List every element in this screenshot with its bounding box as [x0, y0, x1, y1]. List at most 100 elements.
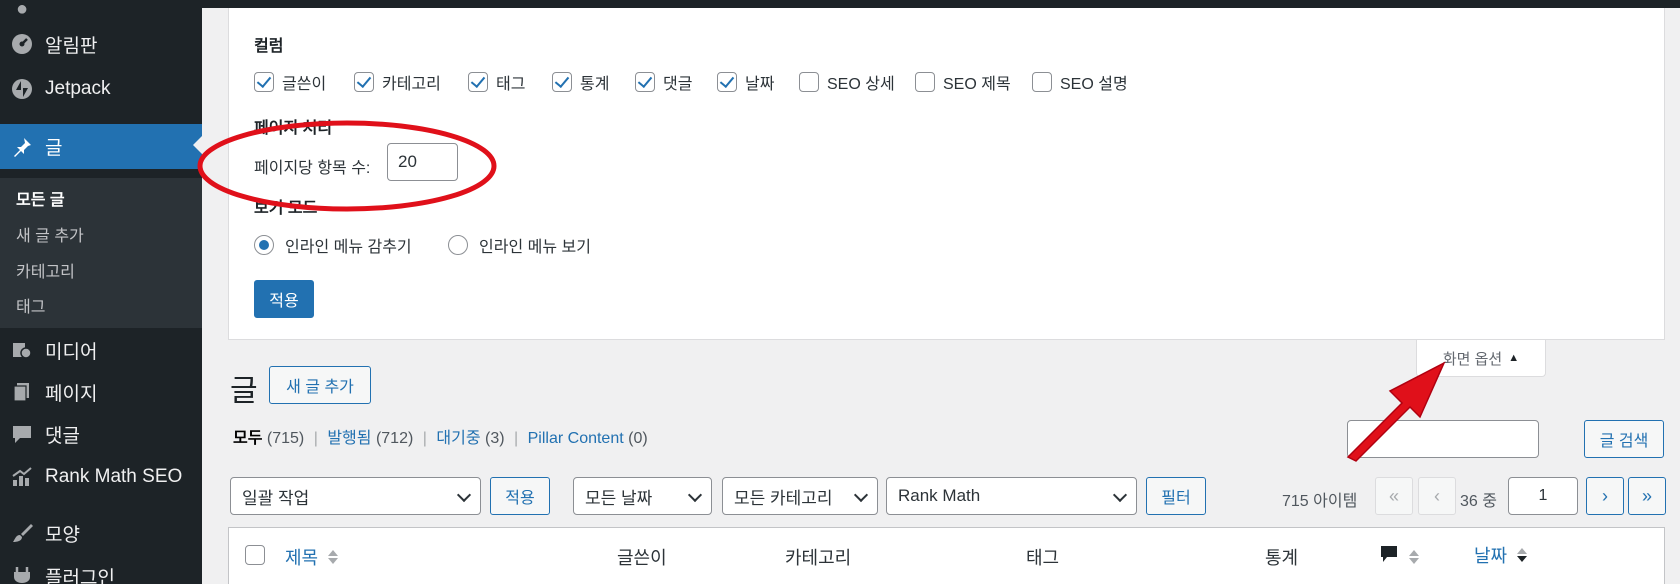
view-pillar-content[interactable]: Pillar Content [528, 430, 624, 447]
submenu-add-new[interactable]: 새 글 추가 [16, 222, 84, 246]
checkbox[interactable] [717, 72, 737, 92]
chevron-down-icon [1112, 487, 1128, 503]
active-indicator [193, 136, 202, 154]
view-count: (0) [628, 430, 648, 447]
chevron-down-icon [456, 487, 472, 503]
screen-options-toggle-label: 화면 옵션 [1442, 350, 1503, 368]
sidebar-item-label: 플러그인 [45, 567, 115, 584]
filter-button[interactable]: 필터 [1146, 477, 1206, 515]
search-posts-button[interactable]: 글 검색 [1584, 420, 1664, 458]
select-all-checkbox[interactable] [245, 545, 265, 565]
separator: | [313, 430, 318, 447]
column-header-categories: 카테고리 [785, 544, 851, 570]
column-toggle-author[interactable]: 글쓴이 [254, 70, 326, 94]
checkbox-label: 날짜 [745, 76, 775, 93]
submenu-categories[interactable]: 카테고리 [16, 258, 75, 282]
column-toggle-stats[interactable]: 통계 [552, 70, 609, 94]
checkbox[interactable] [915, 72, 935, 92]
view-pending[interactable]: 대기중 [436, 430, 480, 447]
post-status-views: 모두 (715) | 발행됨 (712) | 대기중 (3) | Pillar … [233, 424, 648, 448]
rank-math-filter-select[interactable]: Rank Math [886, 477, 1137, 515]
radio[interactable] [448, 235, 468, 255]
view-count: (712) [375, 430, 414, 447]
view-mode-compact[interactable]: 인라인 메뉴 감추기 [254, 233, 412, 257]
sort-icon [1409, 549, 1419, 564]
submenu-tags[interactable]: 태그 [16, 293, 45, 317]
date-filter-select[interactable]: 모든 날짜 [573, 477, 712, 515]
per-page-label: 페이지당 항목 수: [254, 160, 371, 177]
pagination-heading: 페이지 처리 [254, 120, 333, 137]
per-page-input[interactable] [387, 143, 458, 181]
radio[interactable] [254, 235, 274, 255]
admin-bar [202, 0, 1680, 8]
column-toggle-date[interactable]: 날짜 [717, 70, 774, 94]
posts-submenu: 모든 글 새 글 추가 카테고리 태그 [0, 178, 202, 328]
column-toggle-comments[interactable]: 댓글 [635, 70, 692, 94]
column-header-date[interactable]: 날짜 [1474, 542, 1528, 568]
search-input[interactable] [1347, 420, 1539, 458]
checkbox[interactable] [799, 72, 819, 92]
column-header-label: 카테고리 [785, 548, 852, 568]
view-count: (715) [266, 430, 305, 447]
sidebar-item-label: Jetpack [45, 78, 111, 99]
checkbox-label: SEO 상세 [827, 76, 895, 93]
sidebar-item-media[interactable]: 미디어 [0, 329, 202, 371]
sidebar-item-plugins[interactable]: 플러그인 [0, 555, 202, 584]
submenu-all-posts[interactable]: 모든 글 [16, 186, 65, 210]
column-toggle-categories[interactable]: 카테고리 [354, 70, 441, 94]
first-page-button: « [1375, 477, 1413, 515]
category-filter-select[interactable]: 모든 카테고리 [722, 477, 878, 515]
sidebar-item-dashboard[interactable]: 알림판 [0, 23, 202, 65]
checkbox[interactable] [254, 72, 274, 92]
checkbox-label: 댓글 [663, 76, 693, 93]
view-all[interactable]: 모두 [233, 430, 262, 447]
checkbox-label: 글쓴이 [282, 76, 327, 93]
view-published[interactable]: 발행됨 [327, 430, 371, 447]
column-toggle-tags[interactable]: 태그 [468, 70, 525, 94]
sidebar-item-label: 댓글 [45, 425, 80, 447]
last-page-button[interactable]: » [1628, 477, 1666, 515]
caret-up-icon: ▲ [1508, 352, 1520, 364]
sidebar-item-rank-math[interactable]: Rank Math SEO [0, 456, 202, 498]
page-title: 글 [230, 375, 258, 408]
sidebar-item-comments[interactable]: 댓글 [0, 413, 202, 455]
column-header-tags: 태그 [1026, 544, 1059, 570]
bulk-apply-button[interactable]: 적용 [490, 477, 550, 515]
sidebar-item-appearance[interactable]: 모양 [0, 512, 202, 554]
chevron-down-icon [853, 487, 869, 503]
column-toggle-seo-details[interactable]: SEO 상세 [799, 70, 895, 94]
checkbox[interactable] [635, 72, 655, 92]
sidebar-item-pages[interactable]: 페이지 [0, 371, 202, 413]
pages-icon [10, 380, 34, 404]
checkbox[interactable] [552, 72, 572, 92]
radio-label: 인라인 메뉴 보기 [479, 239, 591, 256]
checkbox[interactable] [468, 72, 488, 92]
sort-icon [328, 550, 339, 564]
prev-page-button: ‹ [1418, 477, 1456, 515]
view-mode-extended[interactable]: 인라인 메뉴 보기 [448, 233, 591, 257]
view-count: (3) [485, 430, 505, 447]
column-toggle-seo-description[interactable]: SEO 설명 [1032, 70, 1128, 94]
bulk-action-select[interactable]: 일괄 작업 [230, 477, 481, 515]
column-toggle-seo-title[interactable]: SEO 제목 [915, 70, 1011, 94]
select-value: 모든 날짜 [585, 488, 653, 508]
add-new-post-button[interactable]: 새 글 추가 [269, 366, 371, 404]
jetpack-icon [10, 77, 34, 101]
sidebar-item-label: Rank Math SEO [45, 466, 183, 487]
sidebar-item-posts[interactable]: 글 [0, 124, 202, 169]
select-value: 모든 카테고리 [734, 488, 833, 508]
screen-options-toggle[interactable]: 화면 옵션 ▲ [1416, 340, 1546, 377]
screen-options-apply-button[interactable]: 적용 [254, 280, 314, 318]
column-header-comments[interactable] [1379, 544, 1419, 569]
column-header-label: 날짜 [1474, 546, 1508, 566]
column-header-title[interactable]: 제목 [285, 544, 339, 570]
checkbox-label: 카테고리 [382, 76, 441, 93]
next-page-button[interactable]: › [1586, 477, 1624, 515]
checkbox[interactable] [1032, 72, 1052, 92]
column-header-author: 글쓴이 [617, 544, 667, 570]
separator: | [422, 430, 427, 447]
current-page-input[interactable]: 1 [1508, 477, 1578, 515]
posts-table-header: 제목 글쓴이 카테고리 태그 통계 날짜 [228, 527, 1665, 584]
sidebar-item-jetpack[interactable]: Jetpack [0, 68, 202, 110]
checkbox[interactable] [354, 72, 374, 92]
